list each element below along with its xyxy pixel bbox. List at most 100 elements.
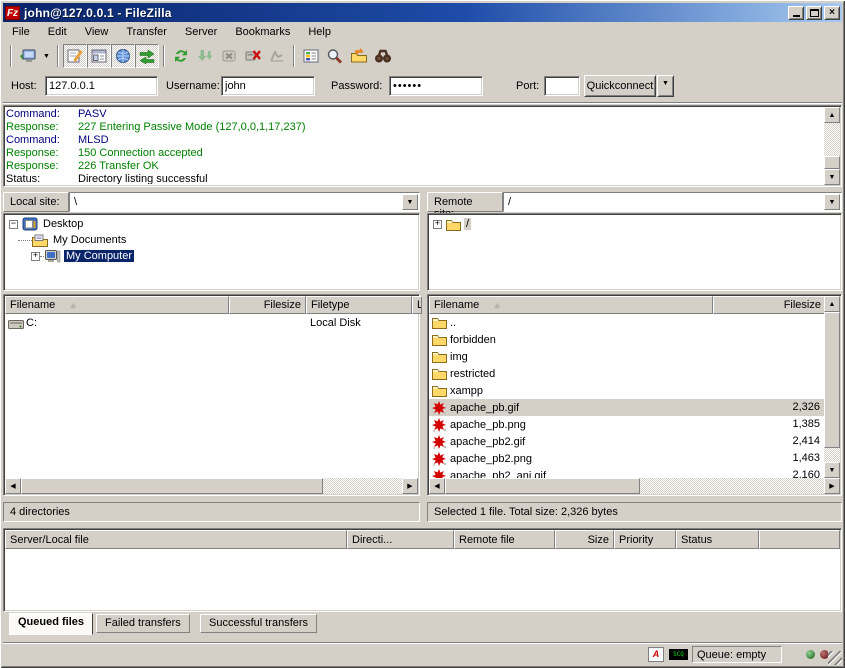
expand-icon[interactable]: + [31,252,40,261]
remote-file-row[interactable]: forbidden [429,331,824,348]
minimize-button[interactable] [788,6,804,20]
speed-limit-badge-icon[interactable]: SCQ [669,649,688,660]
tab-queued-files[interactable]: Queued files [9,613,93,635]
menu-file[interactable]: File [3,24,39,41]
directory-listing-filters-button[interactable] [299,44,323,68]
expand-icon[interactable]: + [433,220,442,229]
toggle-remote-tree-button[interactable] [111,44,135,68]
collapse-icon[interactable]: − [9,220,18,229]
scroll-right-button[interactable]: ▶ [402,478,418,494]
directory-comparison-button[interactable] [323,44,347,68]
site-manager-button[interactable] [16,44,40,68]
close-button[interactable]: × [824,6,840,20]
column-header-status[interactable]: Status [676,530,759,549]
column-header-direction[interactable]: Directi... [347,530,454,549]
port-input[interactable] [544,76,580,96]
column-header-filename[interactable]: Filename▲ [429,296,713,314]
remote-file-row-selected[interactable]: apache_pb.gif 2,326 [429,399,824,416]
scrollbar-thumb[interactable] [21,478,323,494]
reconnect-button[interactable] [265,44,289,68]
tree-item-root[interactable]: + / [433,216,841,232]
remote-horizontal-scrollbar[interactable]: ◀ ▶ [429,478,840,494]
status-bar: A SCQ Queue: empty [3,642,842,665]
scrollbar-thumb[interactable] [824,156,840,169]
queue-body[interactable] [5,549,840,610]
remote-vertical-scrollbar[interactable]: ▲ ▼ [824,296,840,478]
tree-item-desktop[interactable]: − Desktop [9,216,419,232]
menu-help[interactable]: Help [299,24,340,41]
menu-edit[interactable]: Edit [39,24,76,41]
chevron-down-icon[interactable]: ▼ [402,194,418,210]
queue-arrows-icon [138,48,156,64]
column-header-size[interactable]: Size [555,530,614,549]
password-input[interactable] [389,76,483,96]
scroll-up-button[interactable]: ▲ [824,107,840,123]
window-resize-grip[interactable] [828,651,842,665]
remote-file-row[interactable]: restricted [429,365,824,382]
scrollbar-thumb[interactable] [445,478,640,494]
username-input[interactable] [221,76,315,96]
title-bar[interactable]: Fz john@127.0.0.1 - FileZilla × [3,3,842,22]
remote-file-row[interactable]: xampp [429,382,824,399]
transfer-type-icon[interactable]: A [648,647,664,662]
remote-file-row[interactable]: apache_pb2.gif 2,414 [429,433,824,450]
column-header-remote-file[interactable]: Remote file [454,530,555,549]
tab-failed-transfers[interactable]: Failed transfers [96,614,190,633]
remote-file-row[interactable]: img [429,348,824,365]
image-file-icon [432,469,450,479]
maximize-button[interactable] [806,6,822,20]
find-files-button[interactable] [371,44,395,68]
refresh-button[interactable] [169,44,193,68]
log-scrollbar[interactable]: ▲ ▼ [824,107,840,185]
remote-file-row[interactable]: apache_pb.png 1,385 [429,416,824,433]
menu-server[interactable]: Server [176,24,226,41]
column-header-server-local-file[interactable]: Server/Local file [5,530,347,549]
toggle-message-log-button[interactable] [63,44,87,68]
synchronized-browsing-button[interactable] [347,44,371,68]
remote-site-combo[interactable]: / ▼ [503,192,842,212]
column-header-filesize[interactable]: Filesize [229,296,306,314]
log-line: Response:150 Connection accepted [6,147,823,160]
tree-item-my-computer[interactable]: + My Computer [31,248,419,264]
local-file-row-c-drive[interactable]: C: Local Disk [5,314,418,331]
menu-transfer[interactable]: Transfer [117,24,176,41]
pane-splitter[interactable] [420,192,427,523]
menu-bookmarks[interactable]: Bookmarks [226,24,299,41]
column-header-filename[interactable]: Filename▲ [5,296,229,314]
tree-item-my-documents[interactable]: My Documents [18,232,419,248]
scroll-up-button[interactable]: ▲ [824,296,840,312]
quickconnect-button[interactable]: Quickconnect [584,75,656,97]
disconnect-button[interactable] [241,44,265,68]
tab-successful-transfers[interactable]: Successful transfers [200,614,317,633]
process-queue-button[interactable] [193,44,217,68]
toggle-local-tree-button[interactable] [87,44,111,68]
menu-view[interactable]: View [76,24,118,41]
local-horizontal-scrollbar[interactable]: ◀ ▶ [5,478,418,494]
site-manager-dropdown-button[interactable]: ▼ [40,44,53,68]
column-header-priority[interactable]: Priority [614,530,676,549]
scroll-right-button[interactable]: ▶ [824,478,840,494]
host-input[interactable] [45,76,158,96]
remote-file-row[interactable]: apache_pb2_ani.gif 2,160 [429,467,824,478]
remote-tree: + / [427,213,842,291]
message-log-icon [66,48,84,64]
scroll-left-button[interactable]: ◀ [429,478,445,494]
remote-file-row[interactable]: .. [429,314,824,331]
toggle-transfer-queue-button[interactable] [135,44,159,68]
scroll-down-button[interactable]: ▼ [824,169,840,185]
scroll-left-button[interactable]: ◀ [5,478,21,494]
sort-ascending-icon: ▲ [493,301,501,310]
remote-file-row[interactable]: apache_pb2.png 1,463 [429,450,824,467]
quickconnect-dropdown-button[interactable]: ▼ [657,75,674,97]
scroll-down-button[interactable]: ▼ [824,462,840,478]
reconnect-icon [268,48,286,64]
receive-activity-led [806,650,815,659]
chevron-down-icon[interactable]: ▼ [824,194,840,210]
filezilla-app-icon[interactable]: Fz [5,6,20,20]
column-header-filetype[interactable]: Filetype [306,296,412,314]
local-site-combo[interactable]: \ ▼ [69,192,420,212]
local-tree-icon [90,48,108,64]
cancel-operation-button[interactable] [217,44,241,68]
scrollbar-thumb[interactable] [824,312,840,448]
column-header-filesize[interactable]: Filesize [713,296,826,314]
